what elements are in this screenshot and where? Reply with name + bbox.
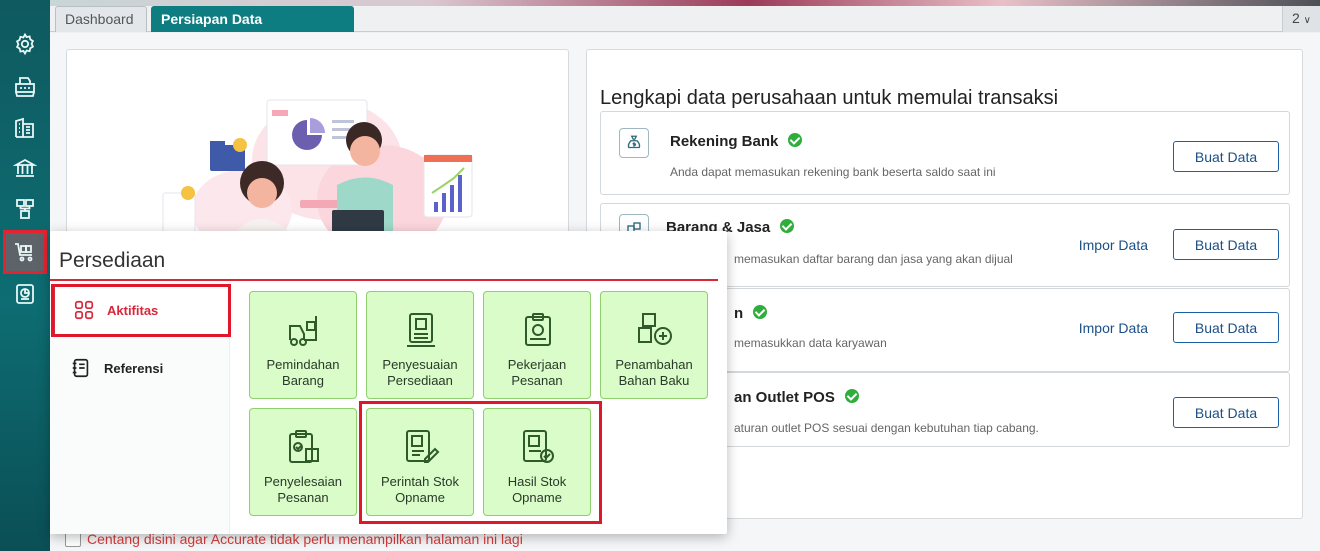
tile-pekerjaan-pesanan[interactable]: Pekerjaan Pesanan (483, 291, 591, 399)
work-order-icon (525, 313, 551, 346)
setup-item-desc: Anda dapat memasukan rekening bank beser… (670, 165, 996, 179)
setup-item-title-text: an Outlet POS (734, 389, 835, 406)
setup-item-desc: aturan outlet POS sesuai dengan kebutuha… (734, 421, 1039, 435)
check-circle-icon (788, 133, 803, 147)
tile-penyesuaian-persediaan[interactable]: Penyesuaian Persediaan (366, 291, 474, 399)
setup-item-desc: memasukan daftar barang dan jasa yang ak… (734, 252, 1013, 266)
buat-data-button[interactable]: Buat Data (1173, 397, 1279, 428)
report-chart-icon[interactable] (8, 277, 42, 311)
adjustment-icon (407, 313, 435, 347)
order-complete-icon (289, 430, 319, 463)
popup-title: Persediaan (59, 249, 166, 272)
inventory-cart-icon[interactable] (3, 230, 47, 274)
check-circle-icon (844, 389, 859, 403)
tile-label: Penambahan Bahan Baku (615, 357, 693, 388)
highlight-stok-opname (359, 401, 602, 524)
money-bag-icon (619, 128, 649, 158)
tile-label: Penyelesaian Pesanan (263, 474, 343, 505)
impor-data-link[interactable]: Impor Data (1079, 320, 1148, 336)
forklift-icon (289, 316, 317, 346)
setup-item-desc: memasukkan data karyawan (734, 336, 887, 350)
tab-dashboard[interactable]: Dashboard (55, 6, 147, 32)
setup-item-title-text: n (734, 305, 744, 322)
tile-label: Pemindahan Barang (266, 357, 340, 388)
popup-divider (50, 279, 718, 281)
setup-item-title: an Outlet POS (734, 389, 859, 406)
add-material-icon (638, 313, 672, 345)
buat-data-button[interactable]: Buat Data (1173, 229, 1279, 260)
tab-count-value: 2 (1291, 10, 1300, 26)
tile-label: Pekerjaan Pesanan (507, 357, 567, 388)
check-circle-icon (753, 305, 768, 319)
ledger-building-icon[interactable] (8, 111, 42, 145)
buat-data-button[interactable]: Buat Data (1173, 141, 1279, 172)
persediaan-popup: Persediaan Aktifitas Referensi Pemindaha… (50, 231, 727, 534)
tile-penyelesaian-pesanan[interactable]: Penyelesaian Pesanan (249, 408, 357, 516)
tile-penambahan-bahan-baku[interactable]: Penambahan Bahan Baku (600, 291, 708, 399)
tile-label: Penyesuaian Persediaan (382, 357, 458, 388)
notebook-icon (72, 358, 89, 378)
tab-bar: Dashboard Persiapan Data Perusahaan 2 ∨ (50, 6, 1320, 52)
highlight-aktifitas (51, 284, 231, 337)
tab-persiapan-data[interactable]: Persiapan Data Perusahaan (151, 6, 354, 52)
buat-data-button[interactable]: Buat Data (1173, 312, 1279, 343)
bank-icon[interactable] (8, 151, 42, 185)
setup-item-title: Rekening Bank (670, 133, 803, 150)
left-sidebar (0, 0, 50, 551)
impor-data-link[interactable]: Impor Data (1079, 237, 1148, 253)
tab-count-dropdown[interactable]: 2 ∨ (1282, 6, 1320, 32)
setup-item-title: n (734, 305, 768, 322)
setup-item-rekening-bank: Rekening Bank Anda dapat memasukan reken… (600, 111, 1290, 195)
menu-item-label: Referensi (104, 360, 164, 376)
tile-pemindahan-barang[interactable]: Pemindahan Barang (249, 291, 357, 399)
setup-item-title-text: Rekening Bank (670, 133, 779, 150)
sales-register-icon[interactable] (8, 70, 42, 104)
check-circle-icon (780, 219, 795, 233)
menu-item-referensi[interactable]: Referensi (52, 344, 228, 392)
procurement-icon[interactable] (8, 192, 42, 226)
settings-gear-icon[interactable] (8, 27, 42, 61)
setup-title: Lengkapi data perusahaan untuk memulai t… (600, 87, 1059, 109)
chevron-down-icon: ∨ (1303, 15, 1311, 26)
